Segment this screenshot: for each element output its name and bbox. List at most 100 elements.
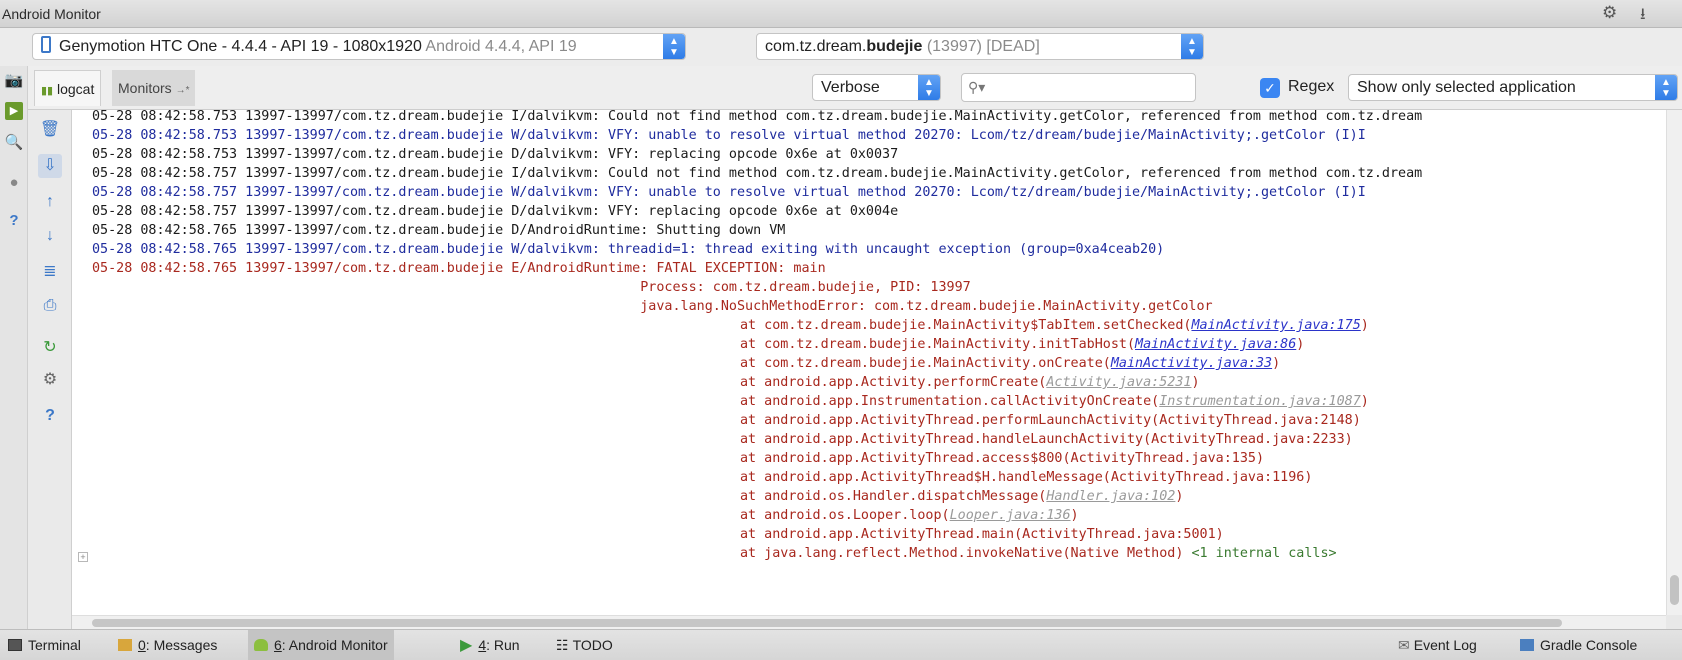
internal-calls-fold[interactable]: <1 internal calls>	[1191, 546, 1336, 561]
stack-frame: at android.app.ActivityThread.handleLaun…	[740, 432, 1353, 447]
chevron-updown-icon[interactable]: ▲ ▼	[1181, 34, 1203, 59]
stack-frame: at java.lang.reflect.Method.invokeNative…	[740, 544, 1337, 564]
source-link[interactable]: Instrumentation.java:1087	[1159, 394, 1361, 409]
tab-monitors-label: Monitors	[118, 80, 172, 96]
tab-logcat-label: logcat	[57, 81, 95, 97]
source-link[interactable]: MainActivity.java:33	[1111, 356, 1272, 371]
frame-text: at com.tz.dream.budejie.MainActivity$Tab…	[740, 318, 1192, 333]
log-line: 05-28 08:42:58.757 13997-13997/com.tz.dr…	[92, 204, 899, 219]
stack-frame: at android.app.Instrumentation.callActiv…	[740, 392, 1369, 412]
log-line: 05-28 08:42:58.757 13997-13997/com.tz.dr…	[92, 185, 1366, 200]
log-line: 05-28 08:42:58.765 13997-13997/com.tz.dr…	[92, 223, 786, 238]
camera-icon[interactable]: 📷	[3, 70, 25, 92]
messages-label: : Messages	[145, 637, 218, 653]
stack-frame: at android.app.Activity.performCreate(Ac…	[740, 373, 1200, 393]
vertical-scroll-thumb[interactable]	[1670, 575, 1679, 605]
logcat-action-strip: 🗑 ⇩ ↑ ↓ ≣ ⎙ ↻ ⚙ ?	[28, 110, 72, 629]
help-icon[interactable]: ?	[3, 210, 25, 232]
frame-suffix: )	[1360, 318, 1369, 333]
stack-frame: at com.tz.dream.budejie.MainActivity$Tab…	[740, 316, 1369, 336]
arrow-up-icon[interactable]: ↑	[38, 190, 62, 214]
frame-text: at android.os.Looper.loop(	[740, 508, 950, 523]
terminal-icon	[8, 639, 22, 651]
stop-icon[interactable]: ●	[3, 172, 25, 194]
messages-button[interactable]: 0: Messages	[112, 630, 223, 660]
tab-monitors[interactable]: Monitors →*	[112, 70, 196, 106]
log-line: 05-28 08:42:58.765 13997-13997/com.tz.dr…	[92, 242, 1165, 257]
process-dropdown[interactable]: com.tz.dream.budejie (13997) [DEAD] ▲ ▼	[756, 33, 1204, 60]
log-line: 05-28 08:42:58.753 13997-13997/com.tz.dr…	[92, 128, 1366, 143]
tab-logcat[interactable]: ▮▮ logcat	[34, 70, 102, 106]
frame-text: at com.tz.dream.budejie.MainActivity.ini…	[740, 337, 1136, 352]
horizontal-scroll-thumb[interactable]	[92, 619, 1562, 627]
gear-icon[interactable]: ⚙	[1602, 3, 1617, 23]
source-link[interactable]: MainActivity.java:175	[1191, 318, 1360, 333]
todo-button[interactable]: ☷ TODO	[550, 630, 619, 660]
process-status: (13997) [DEAD]	[922, 38, 1040, 55]
stack-frame: at android.os.Looper.loop(Looper.java:13…	[740, 506, 1079, 526]
log-line: 05-28 08:42:58.765 13997-13997/com.tz.dr…	[92, 261, 826, 276]
device-dropdown[interactable]: Genymotion HTC One - 4.4.4 - API 19 - 10…	[32, 33, 686, 60]
chevron-updown-icon[interactable]: ▲ ▼	[918, 75, 940, 100]
log-line: 05-28 08:42:58.757 13997-13997/com.tz.dr…	[92, 166, 1423, 181]
print-icon[interactable]: ⎙	[38, 294, 62, 318]
gradle-icon	[1520, 639, 1534, 651]
event-log-icon: ✉	[1398, 637, 1410, 653]
log-line: Process: com.tz.dream.budejie, PID: 1399…	[92, 280, 971, 295]
event-log-button[interactable]: ✉ Event Log	[1392, 630, 1483, 660]
frame-text: at android.os.Handler.dispatchMessage(	[740, 489, 1047, 504]
terminal-button[interactable]: Terminal	[2, 630, 87, 660]
pin-icon: →*	[175, 85, 190, 96]
app-filter-dropdown[interactable]: Show only selected application ▲ ▼	[1348, 74, 1678, 101]
left-tool-strip: 📷 ▶ 🔍 ● ?	[0, 66, 28, 629]
status-bar: Terminal 0: Messages 6: Android Monitor …	[0, 629, 1682, 660]
log-line: java.lang.NoSuchMethodError: com.tz.drea…	[92, 299, 1213, 314]
help-icon[interactable]: ?	[38, 404, 62, 428]
hide-panel-icon[interactable]: ⭳	[1640, 3, 1646, 30]
logcat-icon: ▮▮	[41, 85, 54, 97]
regex-checkbox[interactable]: ✓	[1260, 78, 1280, 98]
frame-suffix: )	[1296, 337, 1305, 352]
chevron-updown-icon[interactable]: ▲ ▼	[1655, 75, 1677, 100]
search-input[interactable]	[989, 79, 1190, 95]
inspect-icon[interactable]: 🔍	[3, 132, 25, 154]
stack-frame: at com.tz.dream.budejie.MainActivity.ini…	[740, 335, 1304, 355]
source-link[interactable]: Looper.java:136	[950, 508, 1071, 523]
process-name-bold: budejie	[866, 38, 923, 55]
frame-suffix: )	[1191, 375, 1200, 390]
log-line: 05-28 08:42:58.753 13997-13997/com.tz.dr…	[92, 147, 899, 162]
search-box[interactable]: ⚲▾	[961, 73, 1196, 102]
frame-text: at android.app.Activity.performCreate(	[740, 375, 1047, 390]
gradle-console-label: Gradle Console	[1540, 637, 1638, 653]
soft-wrap-icon[interactable]: ≣	[38, 260, 62, 284]
vertical-scrollbar[interactable]	[1666, 110, 1682, 615]
frame-suffix: )	[1070, 508, 1079, 523]
trash-icon[interactable]: 🗑	[38, 118, 62, 142]
gear-icon[interactable]: ⚙	[38, 368, 62, 392]
source-link[interactable]: MainActivity.java:86	[1135, 337, 1296, 352]
source-link[interactable]: Activity.java:5231	[1046, 375, 1191, 390]
process-prefix: com.tz.dream.	[765, 38, 867, 55]
chevron-updown-icon[interactable]: ▲ ▼	[663, 34, 685, 59]
record-icon[interactable]: ▶	[5, 102, 23, 120]
restart-icon[interactable]: ↻	[38, 336, 62, 360]
run-button[interactable]: ▶ 4: Run	[454, 630, 526, 660]
scroll-to-end-icon[interactable]: ⇩	[38, 154, 62, 178]
regex-label: Regex	[1288, 78, 1335, 95]
device-detail: Android 4.4.4, API 19	[425, 38, 577, 55]
frame-suffix: )	[1272, 356, 1281, 371]
stack-frame: at android.os.Handler.dispatchMessage(Ha…	[740, 487, 1183, 507]
log-level-dropdown[interactable]: Verbose ▲ ▼	[812, 74, 941, 101]
run-icon: ▶	[460, 637, 473, 654]
gradle-console-button[interactable]: Gradle Console	[1514, 630, 1643, 660]
logcat-output[interactable]: + 05-28 08:42:58.753 13997-13997/com.tz.…	[72, 110, 1666, 615]
android-monitor-button[interactable]: 6: Android Monitor	[248, 630, 394, 660]
monitor-shortcut: 6	[274, 637, 282, 653]
expand-icon[interactable]: +	[78, 552, 88, 562]
source-link[interactable]: Handler.java:102	[1046, 489, 1175, 504]
frame-text: at java.lang.reflect.Method.invokeNative…	[740, 546, 1192, 561]
arrow-down-icon[interactable]: ↓	[38, 224, 62, 248]
horizontal-scrollbar[interactable]	[72, 615, 1666, 629]
stack-frame: at com.tz.dream.budejie.MainActivity.onC…	[740, 354, 1280, 374]
terminal-label: Terminal	[28, 637, 81, 653]
